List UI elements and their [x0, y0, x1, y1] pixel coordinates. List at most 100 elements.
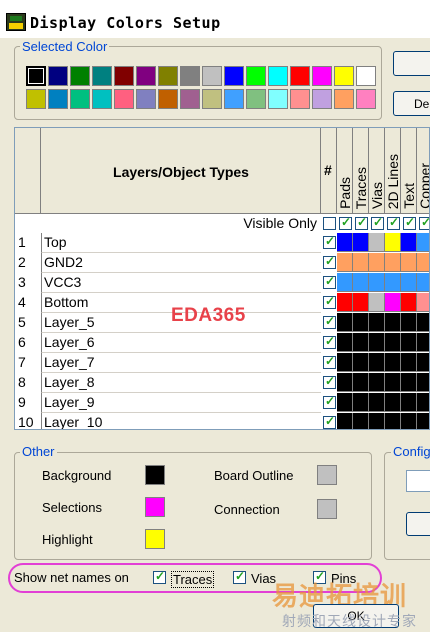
visible-only-checkbox[interactable] — [339, 215, 352, 230]
palette-swatch[interactable] — [70, 66, 90, 86]
layer-color-cell[interactable] — [401, 293, 417, 312]
palette-swatch[interactable] — [356, 66, 376, 86]
layer-color-cell[interactable] — [337, 233, 353, 252]
background-color-swatch[interactable] — [145, 465, 165, 485]
palette-swatch[interactable] — [290, 89, 310, 109]
layer-color-cell[interactable] — [417, 233, 429, 252]
traces-checkbox[interactable] — [153, 569, 166, 584]
palette-swatch[interactable] — [114, 66, 134, 86]
layer-visible-checkbox[interactable] — [323, 374, 336, 389]
layer-color-cell[interactable] — [369, 313, 385, 332]
layer-color-cell[interactable] — [401, 233, 417, 252]
palette-swatch[interactable] — [70, 89, 90, 109]
palette-swatch[interactable] — [26, 89, 46, 109]
traces-label[interactable]: Traces — [171, 571, 215, 588]
layer-color-cell[interactable] — [353, 413, 369, 429]
visible-only-checkbox[interactable] — [387, 215, 400, 230]
connection-color-swatch[interactable] — [317, 499, 337, 519]
layer-color-cell[interactable] — [385, 313, 401, 332]
palette-swatch[interactable] — [334, 89, 354, 109]
layer-visible-checkbox[interactable] — [323, 354, 336, 369]
palette-swatch[interactable] — [202, 66, 222, 86]
layer-color-cell[interactable] — [353, 313, 369, 332]
title-bar[interactable]: Display Colors Setup — [0, 0, 430, 40]
layer-color-cell[interactable] — [337, 333, 353, 352]
layer-color-cell[interactable] — [353, 253, 369, 272]
highlight-color-swatch[interactable] — [145, 529, 165, 549]
layer-color-cell[interactable] — [369, 233, 385, 252]
config-button[interactable] — [406, 512, 430, 536]
layer-color-cell[interactable] — [353, 333, 369, 352]
layer-name-cell[interactable]: Layer_7 — [41, 353, 321, 373]
palette-swatch[interactable] — [290, 66, 310, 86]
layer-color-cell[interactable] — [369, 373, 385, 392]
layer-color-cell[interactable] — [417, 273, 429, 292]
layer-color-cell[interactable] — [401, 273, 417, 292]
layer-color-cell[interactable] — [337, 373, 353, 392]
layer-color-cell[interactable] — [369, 253, 385, 272]
layer-color-cell[interactable] — [385, 273, 401, 292]
layer-color-cell[interactable] — [417, 393, 429, 412]
palette-swatch[interactable] — [180, 66, 200, 86]
layer-color-cell[interactable] — [353, 273, 369, 292]
visible-only-checkbox[interactable] — [355, 215, 368, 230]
board-outline-color-swatch[interactable] — [317, 465, 337, 485]
layer-name-cell[interactable]: Layer_6 — [41, 333, 321, 353]
layer-color-cell[interactable] — [369, 353, 385, 372]
palette-swatch[interactable] — [202, 89, 222, 109]
layer-color-cell[interactable] — [385, 233, 401, 252]
layer-color-cell[interactable] — [417, 333, 429, 352]
layer-color-cell[interactable] — [369, 293, 385, 312]
layer-color-cell[interactable] — [417, 373, 429, 392]
layer-color-cell[interactable] — [369, 413, 385, 429]
palette-swatch[interactable] — [224, 66, 244, 86]
palette-swatch[interactable] — [114, 89, 134, 109]
layer-color-cell[interactable] — [353, 233, 369, 252]
selections-color-swatch[interactable] — [145, 497, 165, 517]
palette-swatch[interactable] — [356, 89, 376, 109]
visible-only-checkbox[interactable] — [323, 217, 336, 230]
palette-swatch[interactable] — [26, 66, 46, 86]
layer-color-cell[interactable] — [417, 353, 429, 372]
layer-color-cell[interactable] — [337, 393, 353, 412]
layer-color-cell[interactable] — [337, 253, 353, 272]
layer-visible-checkbox[interactable] — [323, 234, 336, 249]
layer-color-cell[interactable] — [417, 253, 429, 272]
layer-color-cell[interactable] — [369, 333, 385, 352]
palette-swatch[interactable] — [268, 66, 288, 86]
palette-swatch[interactable] — [136, 66, 156, 86]
vias-checkbox[interactable] — [233, 569, 246, 584]
palette-swatch[interactable] — [92, 89, 112, 109]
layer-name-cell[interactable]: VCC3 — [41, 273, 321, 293]
layer-visible-checkbox[interactable] — [323, 334, 336, 349]
layer-name-cell[interactable]: GND2 — [41, 253, 321, 273]
default-button[interactable]: De — [393, 91, 430, 116]
right-button-1[interactable] — [393, 51, 430, 76]
layer-color-cell[interactable] — [337, 353, 353, 372]
layer-visible-checkbox[interactable] — [323, 294, 336, 309]
layer-color-cell[interactable] — [337, 313, 353, 332]
layer-visible-checkbox[interactable] — [323, 414, 336, 429]
palette-swatch[interactable] — [312, 89, 332, 109]
palette-swatch[interactable] — [48, 66, 68, 86]
layer-color-cell[interactable] — [385, 393, 401, 412]
layer-color-cell[interactable] — [385, 413, 401, 429]
visible-only-checkbox[interactable] — [419, 215, 429, 230]
layer-visible-checkbox[interactable] — [323, 394, 336, 409]
palette-swatch[interactable] — [312, 66, 332, 86]
layer-color-cell[interactable] — [385, 353, 401, 372]
layer-color-cell[interactable] — [369, 393, 385, 412]
layer-color-cell[interactable] — [369, 273, 385, 292]
layer-visible-checkbox[interactable] — [323, 274, 336, 289]
layer-color-cell[interactable] — [401, 373, 417, 392]
layer-color-cell[interactable] — [353, 353, 369, 372]
layer-color-cell[interactable] — [353, 373, 369, 392]
layer-visible-checkbox[interactable] — [323, 254, 336, 269]
layer-color-cell[interactable] — [401, 413, 417, 429]
layer-color-cell[interactable] — [417, 313, 429, 332]
layer-color-cell[interactable] — [401, 313, 417, 332]
layer-color-cell[interactable] — [337, 413, 353, 429]
visible-only-checkbox[interactable] — [371, 215, 384, 230]
visible-only-checkbox[interactable] — [403, 215, 416, 230]
layer-color-cell[interactable] — [401, 333, 417, 352]
